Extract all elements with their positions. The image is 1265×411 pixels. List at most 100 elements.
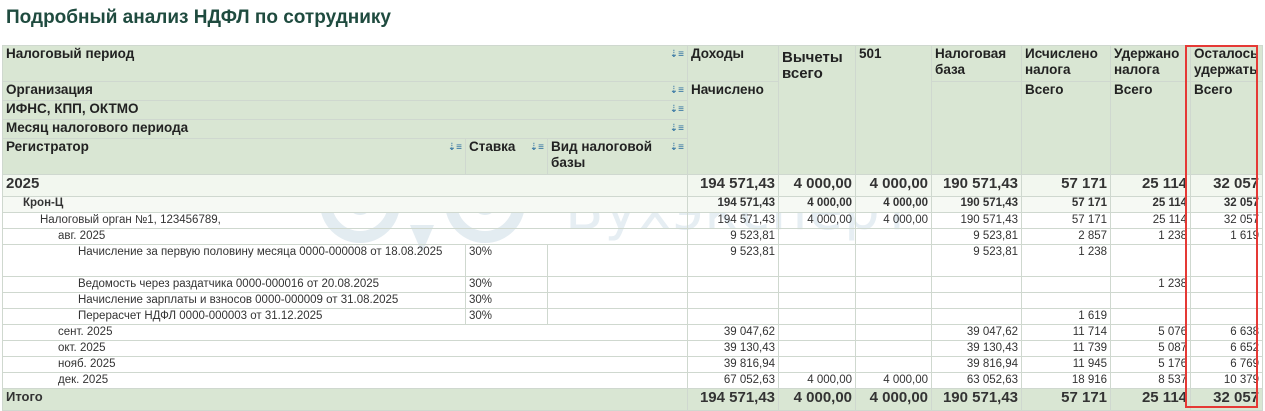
- cell-deductions: [778, 228, 857, 245]
- cell-tax-base: [931, 292, 1023, 309]
- header-remaining[interactable]: Осталось удержать: [1190, 45, 1264, 82]
- sort-icon[interactable]: ⇣≡: [670, 140, 684, 156]
- cell-income: 39 130,43: [687, 340, 780, 357]
- cell-withheld: [1110, 244, 1192, 277]
- header-tax-period[interactable]: Налоговый период ⇣≡: [1, 45, 689, 82]
- header-501[interactable]: 501: [855, 45, 933, 175]
- row-label: Итого: [1, 388, 689, 411]
- cell-calculated: 57 171: [1021, 212, 1112, 229]
- cell-income: 9 523,81: [687, 244, 780, 277]
- cell-calculated: 57 171: [1021, 388, 1112, 411]
- cell-501: 4 000,00: [855, 372, 933, 389]
- cell-calculated: 11 739: [1021, 340, 1112, 357]
- header-withheld[interactable]: Удержано налога: [1110, 45, 1192, 82]
- page-title: Подробный анализ НДФЛ по сотруднику: [6, 7, 391, 28]
- cell-calculated: 57 171: [1021, 196, 1112, 213]
- table-row[interactable]: 2025 194 571,43 4 000,00 4 000,00 190 57…: [1, 174, 1264, 197]
- cell-rate: 30%: [465, 244, 548, 277]
- cell-501: [855, 324, 933, 341]
- cell-deductions: 4 000,00: [778, 372, 857, 389]
- header-remaining-total: Всего: [1190, 81, 1264, 175]
- cell-income: [687, 276, 780, 293]
- sort-icon[interactable]: ⇣≡: [530, 140, 544, 156]
- cell-calculated: 2 857: [1021, 228, 1112, 245]
- table-row[interactable]: окт. 2025 39 130,43 39 130,43 11 739 5 0…: [1, 340, 1264, 357]
- cell-deductions: [778, 244, 857, 277]
- cell-501: [855, 276, 933, 293]
- cell-base-type: [546, 244, 689, 277]
- header-deductions[interactable]: Вычеты всего: [778, 45, 857, 175]
- cell-501: [855, 340, 933, 357]
- cell-remaining: 6 652: [1190, 340, 1264, 357]
- header-rate[interactable]: Ставка ⇣≡: [465, 138, 548, 175]
- cell-calculated: 11 945: [1021, 356, 1112, 373]
- cell-withheld: 5 176: [1110, 356, 1192, 373]
- cell-income: 9 523,81: [687, 228, 780, 245]
- sort-icon[interactable]: ⇣≡: [670, 121, 684, 137]
- cell-tax-base: [931, 276, 1023, 293]
- cell-calculated: 1 619: [1021, 308, 1112, 325]
- row-label: Крон-Ц: [1, 196, 689, 213]
- sort-icon[interactable]: ⇣≡: [670, 102, 684, 118]
- cell-deductions: [778, 340, 857, 357]
- cell-remaining: 6 769: [1190, 356, 1264, 373]
- sort-icon[interactable]: ⇣≡: [448, 140, 462, 156]
- header-tax-base[interactable]: Налоговая база: [931, 45, 1023, 82]
- header-organization[interactable]: Организация ⇣≡: [1, 81, 689, 101]
- header-base-type[interactable]: ⇣≡ Вид налоговой базы: [546, 138, 689, 175]
- cell-remaining: 32 057: [1190, 212, 1264, 229]
- table-row[interactable]: Крон-Ц 194 571,43 4 000,00 4 000,00 190 …: [1, 196, 1264, 213]
- cell-remaining: 32 057: [1190, 174, 1264, 197]
- table-row[interactable]: авг. 2025 9 523,81 9 523,81 2 857 1 238 …: [1, 228, 1264, 245]
- cell-tax-base: 39 047,62: [931, 324, 1023, 341]
- cell-remaining: [1190, 292, 1264, 309]
- cell-withheld: [1110, 292, 1192, 309]
- cell-deductions: 4 000,00: [778, 174, 857, 197]
- table-row[interactable]: сент. 2025 39 047,62 39 047,62 11 714 5 …: [1, 324, 1264, 341]
- header-income[interactable]: Доходы: [687, 45, 780, 82]
- table-row[interactable]: Начисление за первую половину месяца 000…: [2, 244, 1264, 277]
- row-label: авг. 2025: [1, 228, 689, 245]
- table-row[interactable]: Ведомость через раздатчика 0000-000016 о…: [2, 276, 1264, 293]
- cell-withheld: 25 114: [1110, 212, 1192, 229]
- cell-calculated: 1 238: [1021, 244, 1112, 277]
- sort-icon[interactable]: ⇣≡: [670, 83, 684, 99]
- cell-calculated: 57 171: [1021, 174, 1112, 197]
- cell-rate: 30%: [465, 292, 548, 309]
- table-row[interactable]: нояб. 2025 39 816,94 39 816,94 11 945 5 …: [1, 356, 1264, 373]
- row-label: Налоговый орган №1, 123456789,: [1, 212, 689, 229]
- cell-income: 194 571,43: [687, 212, 780, 229]
- header-month[interactable]: Месяц налогового периода ⇣≡: [1, 119, 689, 139]
- table-row[interactable]: Налоговый орган №1, 123456789, 194 571,4…: [1, 212, 1264, 229]
- row-label: окт. 2025: [1, 340, 689, 357]
- cell-withheld: 8 537: [1110, 372, 1192, 389]
- cell-income: 67 052,63: [687, 372, 780, 389]
- cell-income: [687, 292, 780, 309]
- cell-deductions: [778, 292, 857, 309]
- table-row[interactable]: Перерасчет НДФЛ 0000-000003 от 31.12.202…: [2, 308, 1264, 325]
- cell-remaining: [1190, 276, 1264, 293]
- row-label: Перерасчет НДФЛ 0000-000003 от 31.12.202…: [2, 308, 466, 325]
- header-tax-base-empty: [931, 81, 1023, 175]
- sort-icon[interactable]: ⇣≡: [670, 47, 684, 63]
- header-registrar[interactable]: Регистратор ⇣≡: [2, 138, 466, 175]
- cell-income: 194 571,43: [687, 174, 780, 197]
- cell-remaining: 32 057: [1190, 388, 1264, 411]
- cell-calculated: [1021, 276, 1112, 293]
- cell-501: [855, 244, 933, 277]
- table-row[interactable]: Начисление зарплаты и взносов 0000-00000…: [2, 292, 1264, 309]
- row-label: 2025: [1, 174, 689, 197]
- cell-tax-base: 39 130,43: [931, 340, 1023, 357]
- total-row[interactable]: Итого 194 571,43 4 000,00 4 000,00 190 5…: [1, 388, 1264, 411]
- header-ifns[interactable]: ИФНС, КПП, ОКТМО ⇣≡: [1, 100, 689, 120]
- cell-deductions: [778, 324, 857, 341]
- cell-calculated: 18 916: [1021, 372, 1112, 389]
- cell-remaining: [1190, 308, 1264, 325]
- table-row[interactable]: дек. 2025 67 052,63 4 000,00 4 000,00 63…: [1, 372, 1264, 389]
- cell-base-type: [546, 292, 689, 309]
- cell-501: [855, 356, 933, 373]
- header-calculated[interactable]: Исчислено налога: [1021, 45, 1112, 82]
- header-withheld-total: Всего: [1110, 81, 1192, 175]
- row-label: дек. 2025: [1, 372, 689, 389]
- row-label: Начисление за первую половину месяца 000…: [2, 244, 466, 277]
